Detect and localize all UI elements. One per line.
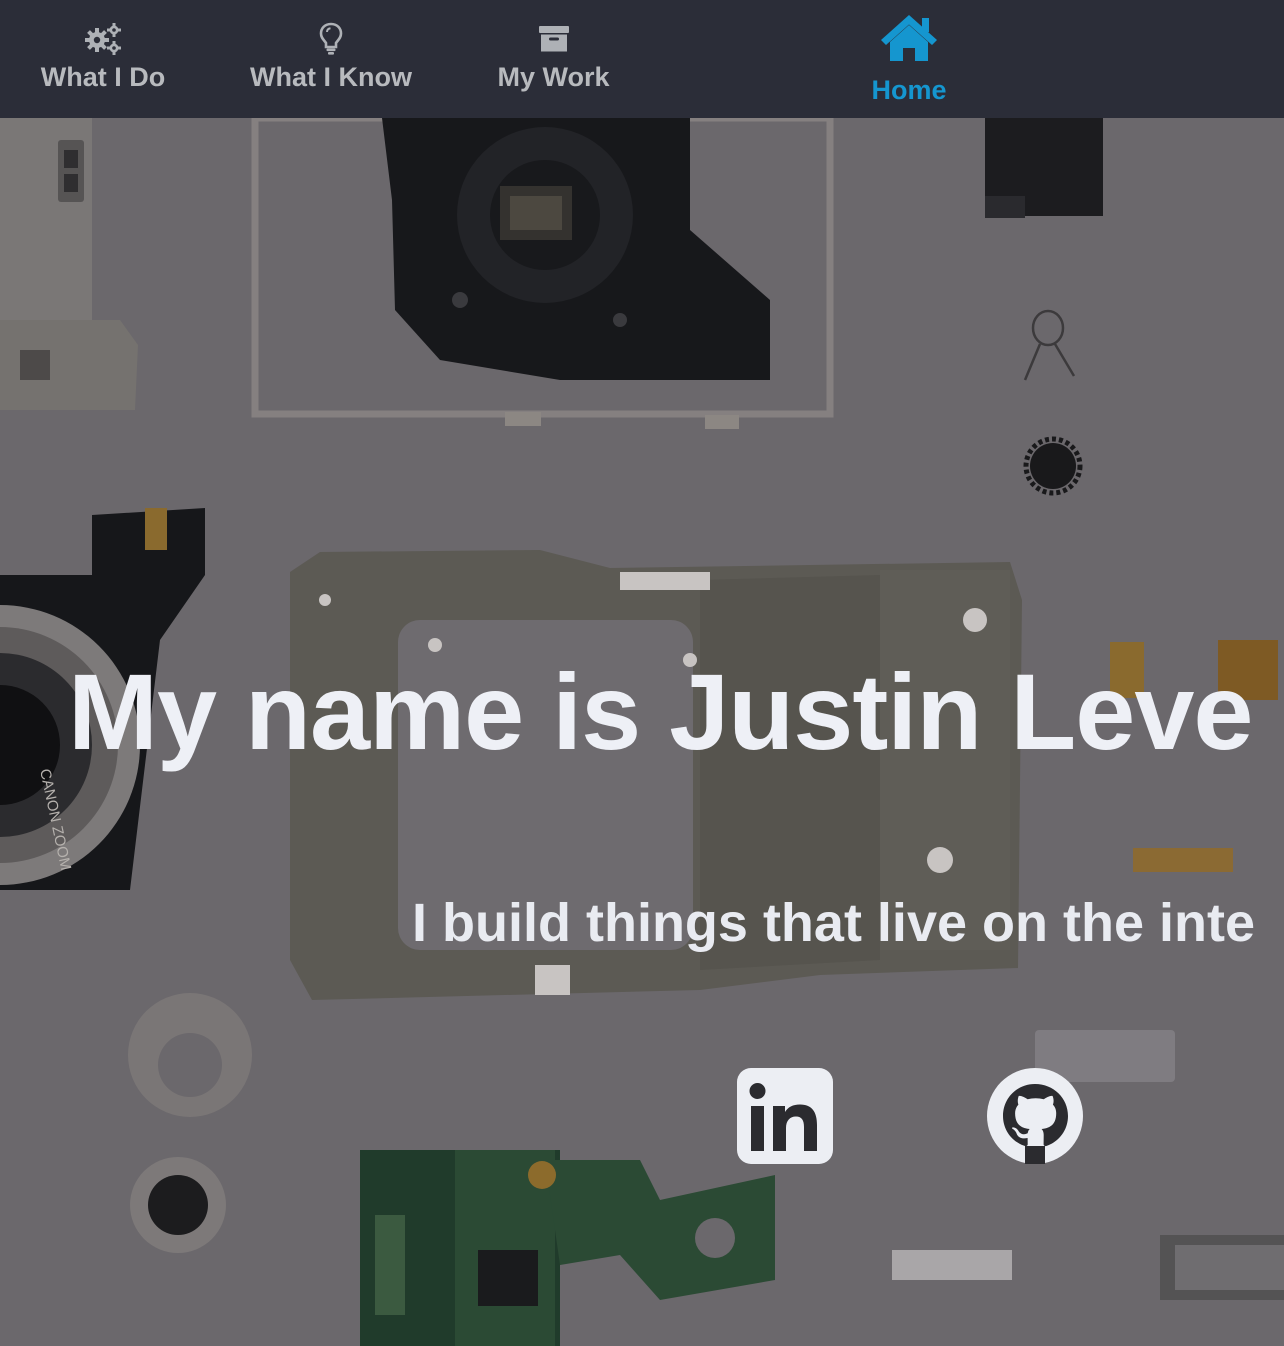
hero-title: My name is Justin Leve: [68, 651, 1253, 772]
nav-item-what-i-know[interactable]: What I Know: [246, 0, 416, 118]
nav-label-my-work: My Work: [497, 62, 610, 92]
page: What I Do What I Know My Work Home CANON…: [0, 0, 1284, 1346]
nav-item-home[interactable]: Home: [866, 0, 952, 118]
linkedin-link[interactable]: [737, 1068, 833, 1164]
hero-subtitle: I build things that live on the inte: [412, 893, 1255, 953]
lightbulb-icon: [319, 22, 343, 55]
github-link[interactable]: [987, 1068, 1083, 1164]
gears-icon: [85, 23, 121, 55]
home-icon: [881, 15, 937, 61]
nav-label-what-i-know: What I Know: [250, 62, 412, 92]
ring-part: [128, 993, 252, 1117]
motor-part: [130, 1157, 226, 1253]
nav-label-what-i-do: What I Do: [40, 62, 166, 92]
github-icon: [987, 1068, 1083, 1164]
nav-item-what-i-do[interactable]: What I Do: [38, 0, 168, 118]
top-navigation: What I Do What I Know My Work Home: [0, 0, 1284, 118]
linkedin-icon: [737, 1068, 833, 1164]
archive-icon: [538, 26, 569, 52]
nav-label-home: Home: [871, 75, 947, 105]
small-gear: [1023, 436, 1083, 496]
nav-item-my-work[interactable]: My Work: [495, 0, 612, 118]
